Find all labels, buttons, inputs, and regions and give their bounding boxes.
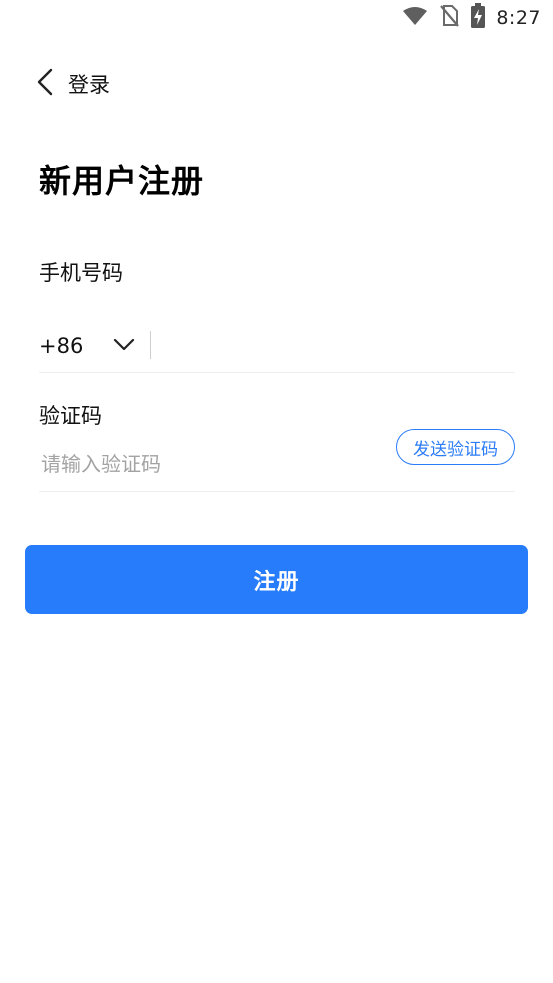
page-title: 新用户注册	[39, 162, 205, 200]
input-divider	[150, 331, 151, 359]
phone-label: 手机号码	[39, 261, 123, 285]
status-time: 8:27	[496, 7, 541, 29]
send-code-button[interactable]: 发送验证码	[396, 429, 515, 465]
status-icons: 8:27	[402, 3, 541, 33]
verification-field-row: 发送验证码	[39, 429, 515, 492]
status-bar: 8:27	[0, 0, 553, 36]
wifi-icon	[402, 6, 428, 30]
country-code-selector[interactable]: +86	[39, 330, 135, 362]
phone-field-row: +86	[39, 326, 515, 373]
country-code-value: +86	[39, 334, 84, 358]
chevron-down-icon	[113, 337, 135, 356]
verification-code-input[interactable]	[39, 446, 373, 482]
no-sim-icon	[438, 4, 460, 32]
chevron-left-icon	[36, 68, 54, 100]
back-button[interactable]: 登录	[36, 64, 110, 104]
verification-label: 验证码	[39, 404, 102, 428]
register-button[interactable]: 注册	[25, 545, 528, 614]
battery-charging-icon	[470, 3, 486, 33]
phone-input[interactable]	[163, 330, 507, 364]
back-label: 登录	[68, 73, 110, 97]
register-screen: 8:27 登录 新用户注册 手机号码 +86 验证码 发送验证码	[0, 0, 553, 983]
